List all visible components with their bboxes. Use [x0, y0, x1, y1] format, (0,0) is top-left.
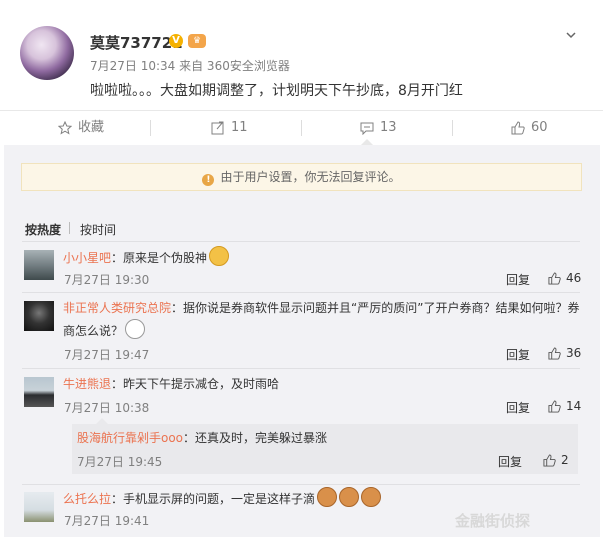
- favorite-label: 收藏: [78, 120, 105, 135]
- comment-like-button[interactable]: 46: [548, 271, 581, 285]
- divider: [22, 484, 580, 485]
- divider: [22, 241, 580, 242]
- repost-button[interactable]: 11: [211, 111, 248, 145]
- commenter-name[interactable]: 牛进熊退: [63, 377, 111, 391]
- chevron-down-icon[interactable]: [566, 30, 576, 40]
- comment-icon: [360, 122, 374, 135]
- comment-like-button[interactable]: 36: [548, 346, 581, 360]
- sort-by-time-tab[interactable]: 按时间: [80, 221, 116, 238]
- divider: [22, 368, 580, 369]
- reply-disabled-notice: ! 由于用户设置，你无法回复评论。: [21, 163, 582, 191]
- dog-emoji-icon: [339, 487, 360, 507]
- comment-date: 7月27日 10:38: [64, 401, 150, 415]
- avatar[interactable]: [20, 26, 74, 80]
- divider: [452, 120, 453, 136]
- emoji-icon: [209, 246, 230, 266]
- comment-like-button[interactable]: 2: [543, 453, 569, 467]
- subreply-body: ：还真及时，完美躲过暴涨: [183, 431, 328, 445]
- avatar[interactable]: [24, 492, 54, 522]
- comment-date: 7月27日 19:30: [64, 273, 150, 287]
- thumbs-up-icon: [548, 400, 561, 413]
- comment-body: ：原来是个伪股神: [111, 251, 208, 265]
- comment-body: ：昨天下午提示减仓，及时雨哈: [111, 377, 280, 391]
- comment-body: ：据你说是券商软件显示问题并且“严厉的质问”了开户券商？结果如何啦？券: [171, 301, 580, 315]
- favorite-button[interactable]: 收藏: [57, 111, 105, 145]
- commenter-name[interactable]: 股海航行靠剁手ooo: [77, 431, 183, 445]
- divider: [69, 222, 70, 234]
- like-count: 14: [566, 399, 582, 413]
- divider: [22, 292, 580, 293]
- dog-emoji-icon: [317, 487, 338, 507]
- reply-button[interactable]: 回复: [498, 453, 522, 470]
- comment-count: 13: [380, 120, 397, 135]
- weibo-post: 莫莫737721 V ♛ 7月27日 10:34 来自 360安全浏览器 啦啦啦…: [0, 0, 603, 110]
- repost-icon: [211, 121, 224, 134]
- reply-button[interactable]: 回复: [506, 346, 530, 363]
- comment-like-button[interactable]: 14: [548, 399, 581, 413]
- comment-text: 么托么拉：手机显示屏的问题，一定是这样子滴: [63, 487, 382, 510]
- commenter-name[interactable]: 非正常人类研究总院: [63, 301, 171, 315]
- like-count: 36: [566, 346, 582, 360]
- like-button[interactable]: 60: [511, 111, 548, 145]
- reply-button[interactable]: 回复: [506, 399, 530, 416]
- avatar[interactable]: [24, 250, 54, 280]
- subreply-text: 股海航行靠剁手ooo：还真及时，完美躲过暴涨: [77, 428, 327, 449]
- like-count: 60: [531, 120, 548, 135]
- avatar[interactable]: [24, 301, 54, 331]
- divider: [301, 120, 302, 136]
- post-meta: 7月27日 10:34 来自 360安全浏览器: [90, 59, 290, 73]
- notice-text: 由于用户设置，你无法回复评论。: [220, 170, 401, 184]
- like-count: 2: [561, 453, 569, 467]
- commenter-name[interactable]: 小小星吧: [63, 251, 111, 265]
- verified-v-icon: V: [169, 34, 183, 48]
- comment-date: 7月27日 19:47: [64, 348, 150, 362]
- comment-date: 7月27日 19:41: [64, 514, 150, 528]
- commenter-name[interactable]: 么托么拉: [63, 492, 111, 506]
- thumbs-up-icon: [548, 347, 561, 360]
- divider: [150, 120, 151, 136]
- comment-text: 小小星吧：原来是个伪股神: [63, 246, 230, 269]
- reply-button[interactable]: 回复: [506, 271, 530, 288]
- sort-by-hot-tab[interactable]: 按热度: [25, 221, 61, 238]
- thumbs-up-icon: [543, 454, 556, 467]
- comment-body-cont: 商怎么说？: [63, 324, 124, 338]
- emoji-icon: [125, 319, 146, 339]
- thumbs-up-icon: [548, 272, 561, 285]
- star-icon: [57, 120, 73, 135]
- like-count: 46: [566, 271, 582, 285]
- comment-body: ：手机显示屏的问题，一定是这样子滴: [111, 492, 316, 506]
- watermark: 金融街侦探: [455, 512, 531, 530]
- comment-text: 非正常人类研究总院：据你说是券商软件显示问题并且“严厉的质问”了开户券商？结果如…: [63, 298, 583, 342]
- member-badge-icon: ♛: [188, 34, 206, 48]
- post-text: 啦啦啦。。。大盘如期调整了，计划明天下午抄底，8月开门红: [90, 83, 463, 99]
- warning-icon: !: [202, 174, 215, 186]
- thumbs-up-icon: [511, 120, 525, 134]
- repost-count: 11: [231, 120, 248, 135]
- subreply-date: 7月27日 19:45: [77, 455, 163, 469]
- avatar[interactable]: [24, 377, 54, 407]
- dog-emoji-icon: [361, 487, 382, 507]
- comment-text: 牛进熊退：昨天下午提示减仓，及时雨哈: [63, 374, 279, 395]
- action-bar: 收藏 11 13 60: [0, 110, 603, 145]
